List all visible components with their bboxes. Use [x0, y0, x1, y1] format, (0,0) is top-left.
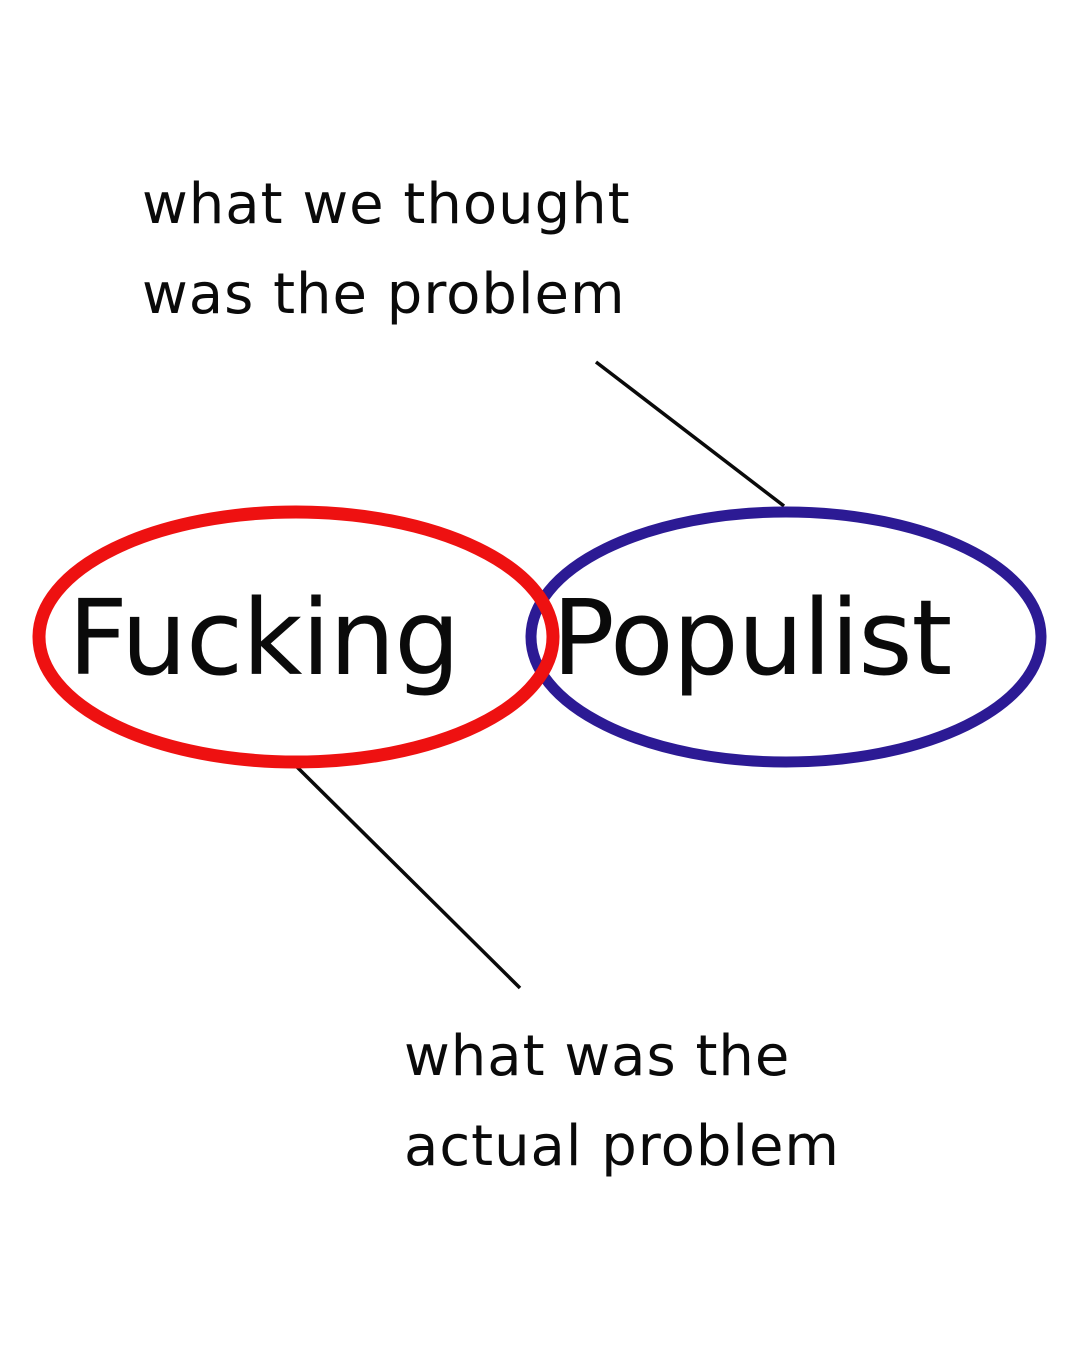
bottom-annotation-line-2: actual problem	[404, 1114, 840, 1179]
word-fucking: Fucking	[68, 577, 460, 699]
bottom-annotation: what was the actual problem	[404, 1012, 840, 1192]
top-annotation: what we thought was the problem	[142, 160, 631, 340]
top-annotation-line-2: was the problem	[142, 262, 626, 327]
top-connector-line	[594, 360, 786, 508]
top-annotation-line-1: what we thought	[142, 172, 631, 237]
bottom-connector-line	[294, 764, 522, 990]
bottom-annotation-line-1: what was the	[404, 1024, 791, 1089]
word-populist: Populist	[552, 577, 952, 699]
